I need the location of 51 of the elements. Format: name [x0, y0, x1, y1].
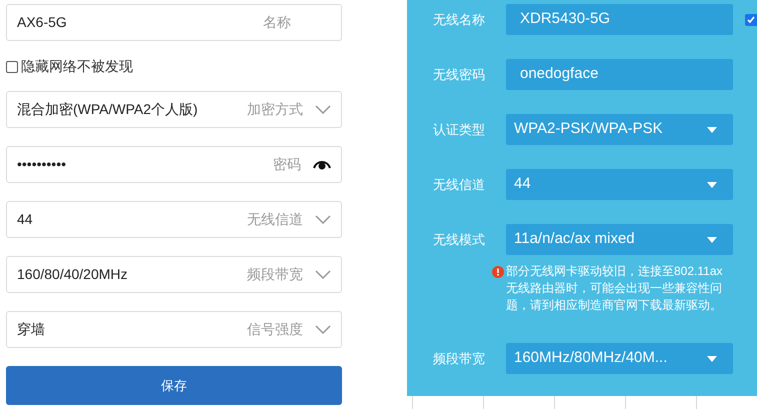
dropdown-arrow-icon: [707, 356, 717, 362]
select-field[interactable]: WPA2-PSK/WPA-PSK: [506, 114, 733, 145]
field-value: 44: [17, 210, 34, 229]
field-value: 44: [514, 174, 532, 194]
warning-text: 部分无线网卡驱动较旧，连接至802.11ax无线路由器时，可能会出现一些兼容性问题，请到相应制造商官网下载最新驱动。: [506, 263, 724, 314]
field-label: 密码: [273, 155, 301, 174]
checkbox-label: 隐藏网络不被发现: [21, 57, 133, 76]
select-field[interactable]: 混合加密(WPA/WPA2个人版) 加密方式: [6, 91, 342, 128]
select-field[interactable]: 160/80/40/20MHz 频段带宽: [6, 256, 342, 293]
select-field[interactable]: 44 无线信道: [6, 201, 342, 238]
field-value: XDR5430-5G: [520, 9, 612, 30]
field-value: AX6-5G: [17, 13, 68, 32]
field-label: 认证类型: [433, 121, 486, 139]
field-label: 无线模式: [433, 231, 486, 249]
field-label: 频段带宽: [433, 350, 486, 368]
field-label: 无线名称: [433, 11, 486, 29]
dropdown-arrow-icon: [707, 126, 717, 132]
field-value: WPA2-PSK/WPA-PSK: [514, 119, 664, 140]
input-field[interactable]: onedogface: [506, 59, 733, 90]
chevron-down-icon: [315, 105, 331, 114]
password-field[interactable]: •••••••••• 密码: [6, 146, 342, 183]
field-value: 11a/n/ac/ax mixed: [514, 229, 636, 250]
select-field[interactable]: 44: [506, 169, 733, 200]
field-label: 加密方式: [247, 100, 303, 119]
dropdown-arrow-icon: [707, 182, 717, 188]
field-label: 频段带宽: [247, 265, 303, 284]
eye-icon[interactable]: [313, 159, 331, 170]
select-field[interactable]: 穿墙 信号强度: [6, 311, 342, 348]
field-value: ••••••••••: [17, 155, 68, 174]
chevron-down-icon: [315, 215, 331, 224]
save-button[interactable]: 保存: [6, 366, 342, 405]
field-label: 无线信道: [433, 176, 486, 194]
field-label: 无线密码: [433, 66, 486, 84]
select-field[interactable]: 11a/n/ac/ax mixed: [506, 224, 733, 255]
field-label: 名称: [263, 13, 291, 32]
checkbox[interactable]: [745, 14, 757, 26]
warning-icon: [492, 266, 504, 278]
field-label: 无线信道: [247, 210, 303, 229]
chevron-down-icon: [315, 270, 331, 279]
select-field[interactable]: 160MHz/80MHz/40M...: [506, 343, 733, 374]
field-value: 穿墙: [17, 320, 46, 339]
input-field[interactable]: AX6-5G 名称: [6, 4, 342, 41]
field-value: 160MHz/80MHz/40M...: [514, 348, 668, 368]
dropdown-arrow-icon: [707, 236, 717, 242]
field-value: 混合加密(WPA/WPA2个人版): [17, 100, 199, 119]
input-field[interactable]: XDR5430-5G: [506, 4, 733, 35]
checkbox[interactable]: [6, 60, 18, 72]
field-value: 160/80/40/20MHz: [17, 265, 129, 284]
field-label: 信号强度: [247, 320, 303, 339]
chevron-down-icon: [315, 325, 331, 334]
field-value: onedogface: [520, 64, 600, 84]
